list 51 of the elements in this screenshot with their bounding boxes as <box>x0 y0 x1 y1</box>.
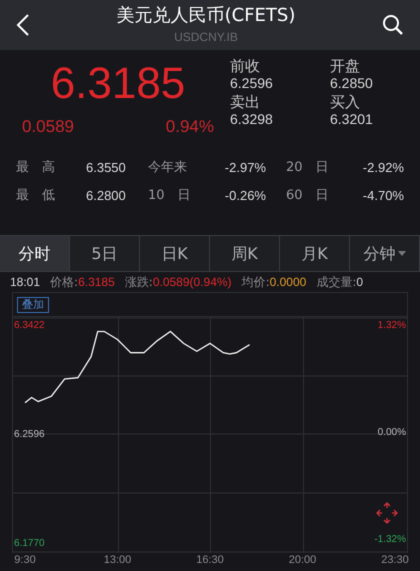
stat-value: -2.92% <box>362 159 404 177</box>
info-item: 价格:6.3185 <box>50 274 115 291</box>
info-item: 成交量:0 <box>316 274 364 291</box>
stat-label: 今年来 <box>148 159 188 177</box>
time-label: 20:00 <box>288 553 316 567</box>
info-item: 涨跌:0.0589(0.94%) <box>124 274 232 291</box>
time-label: 23:30 <box>381 553 409 567</box>
info-item: 均价:0.0000 <box>242 274 306 291</box>
axis-label: 1.32% <box>378 320 406 332</box>
period-tab[interactable]: 5日 <box>70 236 140 271</box>
stat-value: 6.2800 <box>86 186 127 204</box>
axis-label: -1.32% <box>374 534 406 546</box>
back-icon[interactable] <box>16 13 30 37</box>
stat-label: 最 高 <box>16 159 56 177</box>
time-label: 16:30 <box>196 553 224 567</box>
field-value: 6.2596 <box>230 75 274 92</box>
field-label: 前收 <box>230 58 261 75</box>
window-title: 美元兑人民币(CFETS) <box>116 5 296 27</box>
axis-label: 6.1770 <box>14 538 45 550</box>
field-value: 6.2850 <box>330 75 374 92</box>
change-percent: 0.94% <box>166 116 214 138</box>
overlay-button[interactable]: 叠加 <box>17 296 49 312</box>
stat-value: -2.97% <box>224 159 266 177</box>
period-tab[interactable]: 分时 <box>0 236 70 271</box>
stat-value: 6.3550 <box>86 159 127 177</box>
price-change: 0.0589 <box>22 116 74 138</box>
stat-value: -0.26% <box>224 186 266 204</box>
stat-label: 最 低 <box>16 186 56 204</box>
symbol-code: USDCNY.IB <box>174 29 238 45</box>
axis-label: 0.00% <box>378 427 406 439</box>
field-label: 买入 <box>330 94 361 111</box>
time-label: 13:00 <box>104 553 132 567</box>
period-tab[interactable]: 周K <box>210 236 280 271</box>
axis-label: 6.3422 <box>14 320 45 332</box>
field-label: 开盘 <box>330 58 361 75</box>
period-tab[interactable]: 分钟 <box>350 236 420 271</box>
time-label: 9:30 <box>14 553 36 567</box>
stat-label: 60 日 <box>285 186 330 204</box>
field-value: 6.3201 <box>330 111 374 128</box>
info-item: 18:01 <box>10 274 40 291</box>
field-value: 6.3298 <box>230 111 274 128</box>
field-label: 卖出 <box>230 94 261 111</box>
current-price: 6.3185 <box>50 58 186 110</box>
move-icon[interactable] <box>376 502 398 524</box>
stat-value: -4.70% <box>362 186 404 204</box>
period-tab[interactable]: 月K <box>280 236 350 271</box>
stat-label: 10 日 <box>148 186 192 204</box>
search-icon[interactable] <box>382 14 404 36</box>
period-tab[interactable]: 日K <box>140 236 210 271</box>
axis-label: 6.2596 <box>14 429 45 441</box>
stat-label: 20 日 <box>285 159 330 177</box>
